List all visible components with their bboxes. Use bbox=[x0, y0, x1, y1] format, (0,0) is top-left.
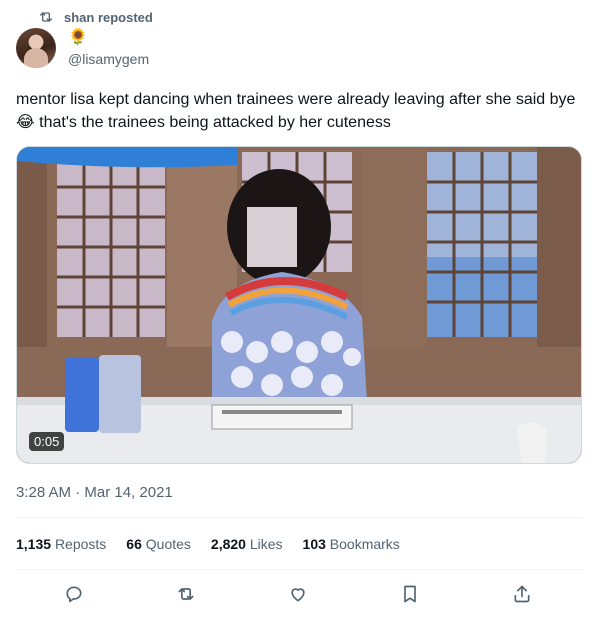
repost-text: shan reposted bbox=[64, 9, 153, 25]
tweet-text-part1: mentor lisa kept dancing when trainees w… bbox=[16, 91, 576, 108]
engagement-stats: 1,135 Reposts 66 Quotes 2,820 Likes 103 … bbox=[16, 536, 400, 552]
video-player[interactable]: 0:05 bbox=[16, 146, 582, 464]
display-name[interactable]: 🌻 bbox=[68, 30, 88, 46]
video-frame bbox=[17, 147, 581, 463]
avatar[interactable] bbox=[16, 28, 56, 68]
divider bbox=[16, 517, 582, 518]
stat-quotes[interactable]: 66 Quotes bbox=[126, 536, 191, 552]
divider bbox=[16, 569, 582, 570]
action-bar bbox=[16, 580, 582, 608]
tweet-date[interactable]: 3:28 AM · Mar 14, 2021 bbox=[16, 484, 173, 501]
repost-icon bbox=[38, 9, 54, 25]
stat-bookmarks[interactable]: 103 Bookmarks bbox=[303, 536, 400, 552]
tweet-text-part2: that's the trainees being attacked by he… bbox=[34, 114, 391, 131]
repost-context[interactable]: shan reposted bbox=[38, 8, 153, 26]
reply-icon[interactable] bbox=[64, 584, 84, 604]
share-icon[interactable] bbox=[512, 584, 532, 604]
like-icon[interactable] bbox=[288, 584, 308, 604]
stat-reposts[interactable]: 1,135 Reposts bbox=[16, 536, 106, 552]
bookmark-icon[interactable] bbox=[400, 584, 420, 604]
video-duration: 0:05 bbox=[29, 432, 65, 451]
stat-likes[interactable]: 2,820 Likes bbox=[211, 536, 283, 552]
tweet-text: mentor lisa kept dancing when trainees w… bbox=[16, 88, 582, 134]
repost-icon[interactable] bbox=[176, 584, 196, 604]
window-right bbox=[427, 152, 537, 337]
user-handle[interactable]: @lisamygem bbox=[68, 51, 149, 67]
laughing-emoji: 😂 bbox=[16, 114, 35, 131]
window-left bbox=[57, 157, 165, 337]
